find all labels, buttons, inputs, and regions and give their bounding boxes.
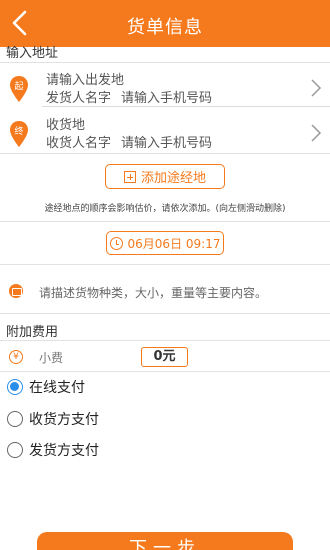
yuan-icon: ¥ xyxy=(9,350,23,364)
waypoint-hint: 途经地点的顺序会影响估价，请依次添加。(向左侧滑动删除) xyxy=(44,204,286,214)
origin-address-input[interactable]: 请输入出发地 xyxy=(46,69,124,88)
radio-unchecked-icon[interactable] xyxy=(7,442,23,458)
destination-address-input[interactable]: 收货地 xyxy=(46,114,85,133)
svg-text:起: 起 xyxy=(14,81,23,92)
payment-option-label: 收货方支付 xyxy=(29,412,99,428)
payment-option-sender[interactable]: 发货方支付 xyxy=(7,440,99,460)
radio-checked-icon[interactable] xyxy=(7,379,23,395)
address-section-title: 输入地址 xyxy=(6,46,59,61)
divider xyxy=(0,221,330,222)
receiver-name-input[interactable]: 收货人名字 xyxy=(46,132,111,151)
tip-amount-input[interactable]: 0元 xyxy=(141,347,188,367)
divider xyxy=(0,340,330,341)
divider xyxy=(0,313,330,314)
add-waypoint-button[interactable]: 添加途经地 xyxy=(105,164,225,189)
receiver-phone-input[interactable]: 请输入手机号码 xyxy=(121,132,212,151)
sender-name-input[interactable]: 发货人名字 xyxy=(46,87,111,106)
payment-option-label: 发货方支付 xyxy=(29,443,99,459)
svg-text:终: 终 xyxy=(14,125,23,137)
payment-option-label: 在线支付 xyxy=(29,380,85,396)
sender-phone-input[interactable]: 请输入手机号码 xyxy=(121,87,212,106)
next-step-button[interactable]: 下一步 xyxy=(37,532,293,550)
extra-fees-title: 附加费用 xyxy=(6,325,59,340)
payment-option-online[interactable]: 在线支付 xyxy=(7,377,85,397)
divider xyxy=(0,371,330,372)
chevron-right-icon[interactable] xyxy=(310,78,322,98)
destination-address-row[interactable]: 终 收货地 收货人名字 请输入手机号码 xyxy=(0,111,330,163)
divider xyxy=(0,264,330,265)
origin-pin-icon: 起 xyxy=(10,76,28,102)
app-header: 货单信息 xyxy=(0,0,330,47)
datetime-label: 06月06日 09:17 xyxy=(127,236,221,251)
clock-icon xyxy=(109,236,123,250)
plus-icon xyxy=(123,170,136,183)
radio-unchecked-icon[interactable] xyxy=(7,411,23,427)
divider xyxy=(0,62,330,63)
goods-description-input[interactable]: 请描述货物种类，大小，重量等主要内容。 xyxy=(39,284,267,301)
page-title: 货单信息 xyxy=(127,17,203,38)
message-icon xyxy=(9,284,23,298)
tip-label: 小费 xyxy=(39,351,64,365)
datetime-picker-button[interactable]: 06月06日 09:17 xyxy=(106,231,224,255)
payment-option-receiver[interactable]: 收货方支付 xyxy=(7,409,99,429)
add-waypoint-label: 添加途经地 xyxy=(140,171,206,186)
chevron-right-icon[interactable] xyxy=(310,123,322,143)
divider xyxy=(0,153,330,154)
divider xyxy=(42,106,330,107)
destination-pin-icon: 终 xyxy=(10,121,28,147)
